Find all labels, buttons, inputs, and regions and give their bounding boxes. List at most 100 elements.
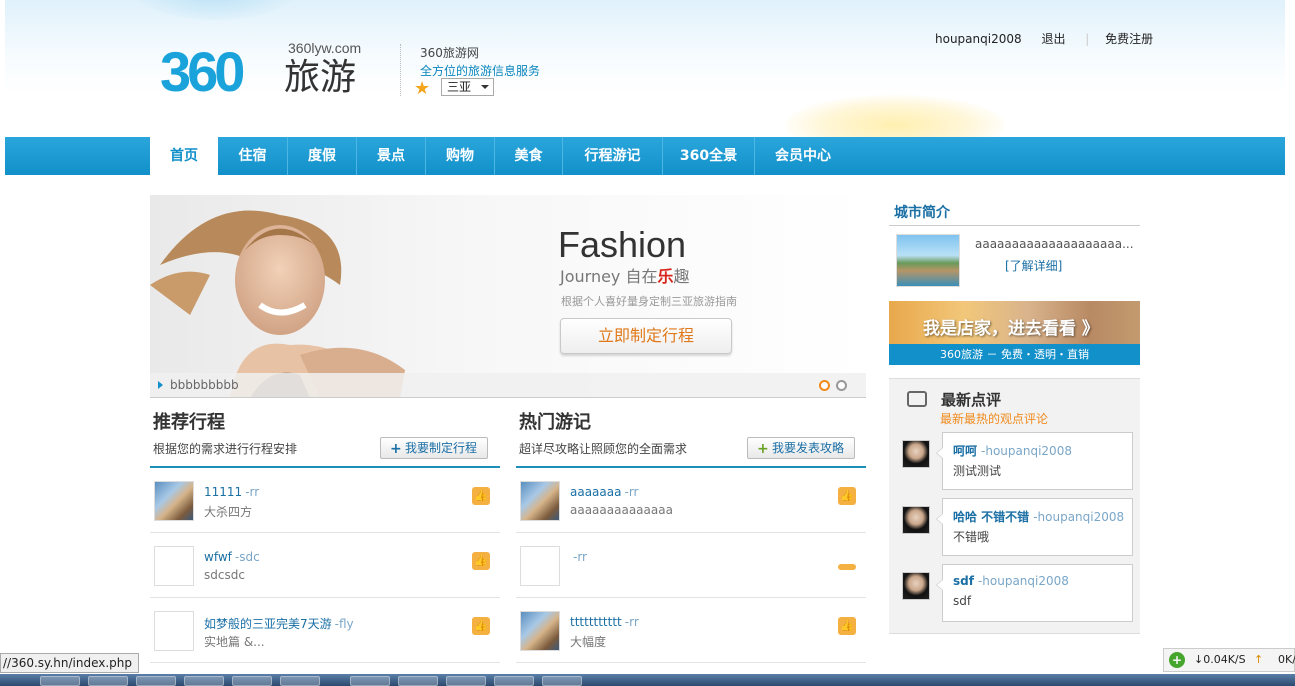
item-thumbnail	[520, 481, 560, 521]
username-link[interactable]: houpanqi2008	[935, 32, 1022, 46]
review-bubble: 哈哈 不错不错 -houpanqi2008 不错哦	[936, 498, 1133, 556]
list-item[interactable]: aaaaaaa -rr aaaaaaaaaaaaaa 👍	[516, 469, 866, 533]
brand-name: 360旅游网	[420, 46, 479, 60]
nav-item-shopping[interactable]: 购物	[426, 137, 495, 175]
latest-reviews-panel: 最新点评 最新最热的观点评论 呵呵 -houpanqi2008 测试测试 哈哈 不…	[889, 378, 1140, 634]
taskbar-button[interactable]	[232, 676, 272, 686]
avatar[interactable]	[902, 572, 930, 600]
nav-item-itinerary[interactable]: 行程游记	[563, 137, 663, 175]
taskbar-button[interactable]	[494, 676, 534, 686]
create-itinerary-button[interactable]: + 我要制定行程	[380, 437, 489, 459]
item-description: 大幅度	[570, 635, 607, 649]
link-separator: |	[1085, 32, 1090, 46]
taskbar-button[interactable]	[350, 676, 390, 686]
taskbar-button[interactable]	[398, 676, 438, 686]
city-intro-text: aaaaaaaaaaaaaaaaaaaa...	[975, 237, 1134, 251]
taskbar-button[interactable]	[88, 676, 128, 686]
thumbs-up-icon[interactable]	[838, 564, 856, 570]
chevron-down-icon	[481, 85, 489, 89]
nav-item-home[interactable]: 首页	[150, 137, 218, 175]
avatar[interactable]	[902, 506, 930, 534]
banner-caption-bar: bbbbbbbbb	[150, 373, 866, 397]
item-title[interactable]: aaaaaaa -rr	[570, 485, 638, 499]
nav-item-member[interactable]: 会员中心	[755, 137, 851, 175]
plus-icon: +	[757, 441, 769, 457]
review-title[interactable]: sdf -houpanqi2008	[953, 574, 1069, 588]
item-title[interactable]: 如梦般的三亚完美7天游 -fly	[204, 615, 354, 632]
download-speed: ↓0.04K/S	[1194, 653, 1246, 666]
item-description: 大杀四方	[204, 505, 253, 519]
review-title[interactable]: 呵呵 -houpanqi2008	[953, 442, 1072, 459]
taskbar-button[interactable]	[40, 676, 80, 686]
item-title[interactable]: wfwf -sdc	[204, 550, 260, 564]
header-sky-decoration	[125, 0, 305, 20]
review-text: 不错哦	[953, 530, 990, 544]
merchant-banner[interactable]: 我是店家，进去看看 》 360旅游 － 免费・透明・直销	[889, 301, 1140, 365]
carousel-dot-1[interactable]	[819, 380, 830, 391]
nav-item-food[interactable]: 美食	[495, 137, 563, 175]
item-title[interactable]: 11111 -rr	[204, 485, 259, 499]
review-text: 测试测试	[953, 464, 1002, 478]
city-intro-title: 城市简介	[894, 205, 950, 221]
hot-title: 热门游记	[519, 412, 591, 433]
network-speed-widget[interactable]: + ↓0.04K/S ↑ 0K/	[1163, 648, 1295, 672]
taskbar-button[interactable]	[542, 676, 582, 686]
item-title[interactable]: -rr	[570, 550, 587, 564]
nav-item-vacation[interactable]: 度假	[288, 137, 357, 175]
logout-link[interactable]: 退出	[1041, 32, 1065, 46]
taskbar-button[interactable]	[136, 676, 176, 686]
caret-right-icon	[158, 381, 163, 389]
city-more-link[interactable]: [了解详细]	[1005, 257, 1062, 274]
thumbs-up-icon[interactable]: 👍	[472, 617, 490, 635]
list-item[interactable]: 11111 -rr 大杀四方 👍	[150, 469, 500, 533]
city-image[interactable]	[896, 234, 960, 287]
status-url: //360.sy.hn/index.php	[0, 653, 139, 673]
brand-divider	[400, 44, 401, 96]
banner-fashion-text: Fashion	[558, 224, 687, 265]
thumbs-up-icon[interactable]: 👍	[838, 617, 856, 635]
item-title[interactable]: ttttttttttt -rr	[570, 615, 639, 629]
latest-reviews-title: 最新点评	[941, 391, 1002, 409]
taskbar-button[interactable]	[280, 676, 320, 686]
avatar[interactable]	[902, 440, 930, 468]
upload-arrow-icon: ↑	[1254, 653, 1264, 666]
nav-item-panorama[interactable]: 360全景	[663, 137, 755, 175]
banner-caption[interactable]: bbbbbbbbb	[170, 378, 239, 392]
brand-slogan: 全方位的旅游信息服务	[420, 64, 541, 78]
section-rule	[516, 466, 866, 468]
review-text: sdf	[953, 594, 972, 608]
banner-subtitle: 根据个人喜好量身定制三亚旅游指南	[561, 295, 737, 308]
hot-travelogue-section: 热门游记 超详尽攻略让照顾您的全面需求 + 我要发表攻略 aaaaaaa -rr …	[516, 410, 866, 663]
recommend-title: 推荐行程	[153, 412, 225, 433]
carousel-dot-2[interactable]	[836, 380, 847, 391]
logo-number: 360	[160, 40, 245, 103]
list-item[interactable]: ttttttttttt -rr 大幅度 👍	[516, 599, 866, 663]
thumbs-up-icon[interactable]: 👍	[472, 552, 490, 570]
site-logo[interactable]: 360 360lyw.com 旅游	[160, 40, 375, 104]
register-link[interactable]: 免费注册	[1105, 32, 1153, 46]
user-links: houpanqi2008 退出 | 免费注册	[935, 30, 1169, 47]
thumbs-up-icon[interactable]: 👍	[838, 487, 856, 505]
city-select-value: 三亚	[447, 80, 472, 94]
list-item[interactable]: 如梦般的三亚完美7天游 -fly 实地篇 &... 👍	[150, 599, 500, 663]
taskbar-button[interactable]	[184, 676, 224, 686]
nav-item-lodging[interactable]: 住宿	[218, 137, 288, 175]
review-title[interactable]: 哈哈 不错不错 -houpanqi2008	[953, 508, 1124, 525]
post-guide-button[interactable]: + 我要发表攻略	[747, 437, 856, 459]
thumbs-up-icon[interactable]: 👍	[472, 487, 490, 505]
list-item[interactable]: wfwf -sdc sdcsdc 👍	[150, 534, 500, 598]
logo-domain: 360lyw.com	[288, 40, 362, 56]
item-description: sdcsdc	[204, 568, 245, 582]
nav-item-attractions[interactable]: 景点	[357, 137, 426, 175]
page: 360 360lyw.com 旅游 360旅游网 全方位的旅游信息服务 ★ 三亚…	[0, 0, 1295, 686]
item-thumbnail	[520, 611, 560, 651]
taskbar-button[interactable]	[446, 676, 486, 686]
city-select[interactable]: 三亚	[441, 78, 494, 96]
review-bubble: sdf -houpanqi2008 sdf	[936, 564, 1133, 622]
hero-banner[interactable]: Fashion Journey 自在乐趣 根据个人喜好量身定制三亚旅游指南 立即…	[150, 195, 866, 398]
plan-trip-button[interactable]: 立即制定行程	[560, 318, 732, 354]
logo-text: 旅游	[284, 57, 357, 98]
item-thumbnail	[154, 611, 194, 651]
list-item[interactable]: -rr	[516, 534, 866, 598]
network-monitor-icon: +	[1169, 652, 1185, 668]
